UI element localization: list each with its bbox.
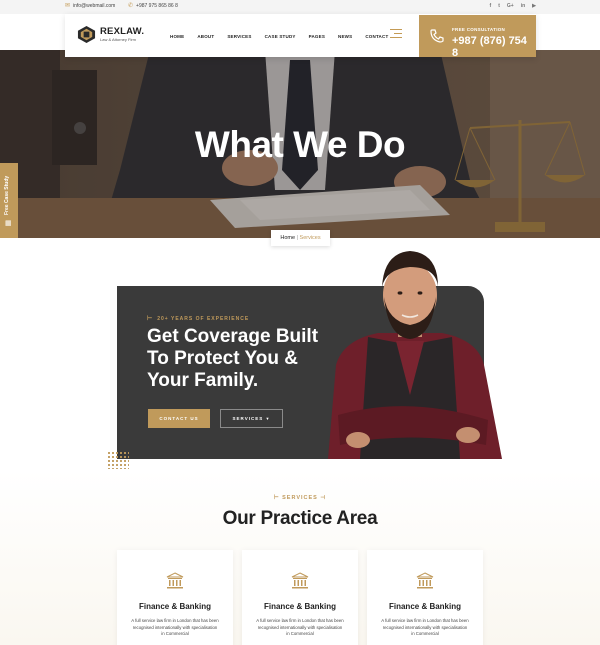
practice-card[interactable]: Finance & Banking A full service law fir… xyxy=(117,550,233,645)
email-link[interactable]: ✉ info@webmail.com xyxy=(65,3,115,9)
consultation-box[interactable]: FREE CONSULTATION +987 (876) 754 8 xyxy=(419,15,536,59)
card-description: A full service law firm in London that h… xyxy=(256,618,344,636)
services-button-label: SERVICES xyxy=(232,416,264,421)
card-title: Finance & Banking xyxy=(138,602,211,611)
practice-title: Our Practice Area xyxy=(222,508,378,529)
twitter-icon[interactable]: t xyxy=(498,3,500,9)
email-text: info@webmail.com xyxy=(73,3,116,9)
logo-name: REXLAW. xyxy=(100,26,145,37)
main-nav: HOME ABOUT SERVICES CASE STUDY PAGES NEW… xyxy=(170,34,388,39)
practice-subtitle-text: SERVICES xyxy=(282,495,318,501)
nav-contact[interactable]: CONTACT xyxy=(365,34,388,39)
nav-services[interactable]: SERVICES xyxy=(227,34,251,39)
breadcrumb-current: Services xyxy=(299,235,321,241)
logo-tagline: Law & Attorney Firm xyxy=(100,37,137,42)
social-links: f t G+ in ▶ xyxy=(490,3,536,9)
page: ✉ info@webmail.com ✆ +987 975 865 86 8 f… xyxy=(0,0,600,645)
practice-subtitle: ⊢ SERVICES ⊣ xyxy=(0,495,600,501)
phone-icon: ✆ xyxy=(128,3,134,9)
hero-banner: What We Do xyxy=(0,50,600,238)
consultation-phone: +987 (876) 754 8 xyxy=(452,35,527,59)
menu-icon[interactable] xyxy=(390,29,402,39)
practice-card[interactable]: Finance & Banking A full service law fir… xyxy=(242,550,358,645)
main-header: REXLAW. Law & Attorney Firm HOME ABOUT S… xyxy=(65,14,536,59)
consultation-label: FREE CONSULTATION xyxy=(452,27,506,32)
mail-icon: ✉ xyxy=(65,3,71,9)
nav-case-study[interactable]: CASE STUDY xyxy=(265,34,296,39)
youtube-icon[interactable]: ▶ xyxy=(532,3,536,9)
experience-tagline: ⊢ 20+ YEARS OF EXPERIENCE xyxy=(147,315,250,323)
logo[interactable]: REXLAW. Law & Attorney Firm xyxy=(77,25,144,44)
google-plus-icon[interactable]: G+ xyxy=(507,3,514,9)
nav-news[interactable]: NEWS xyxy=(338,34,352,39)
arrow-left-icon: ⊢ xyxy=(147,316,154,322)
phone-link[interactable]: ✆ +987 975 865 86 8 xyxy=(128,3,178,9)
side-tab-label: Free Case Study xyxy=(4,175,10,215)
grid-icon: ▦ xyxy=(5,220,12,227)
experience-text: 20+ YEARS OF EXPERIENCE xyxy=(157,315,250,322)
practice-area-section: ⊢ SERVICES ⊣ Our Practice Area Finance &… xyxy=(0,470,600,645)
services-dropdown-button[interactable]: SERVICES ▼ xyxy=(220,409,283,428)
phone-call-icon xyxy=(430,29,444,43)
phone-text: +987 975 865 86 8 xyxy=(136,3,178,9)
hero-title: What We Do xyxy=(194,124,406,165)
top-bar: ✉ info@webmail.com ✆ +987 975 865 86 8 f… xyxy=(0,0,600,14)
practice-card[interactable]: Finance & Banking A full service law fir… xyxy=(367,550,483,645)
card-title: Finance & Banking xyxy=(263,602,336,611)
breadcrumb-home[interactable]: Home xyxy=(280,235,295,241)
nav-about[interactable]: ABOUT xyxy=(197,34,214,39)
bank-icon xyxy=(291,572,309,589)
breadcrumb: Home | Services xyxy=(271,230,330,246)
nav-pages[interactable]: PAGES xyxy=(309,34,325,39)
contact-us-button[interactable]: CONTACT US xyxy=(148,409,210,428)
logo-icon xyxy=(77,25,96,44)
nav-home[interactable]: HOME xyxy=(170,34,184,39)
breadcrumb-separator: | xyxy=(296,235,298,241)
decorative-dot-grid xyxy=(107,451,129,469)
bank-icon xyxy=(416,572,434,589)
chevron-down-icon: ▼ xyxy=(265,416,271,421)
card-title: Finance & Banking xyxy=(388,602,461,611)
card-description: A full service law firm in London that h… xyxy=(131,618,219,636)
facebook-icon[interactable]: f xyxy=(490,3,492,9)
free-case-study-tab[interactable]: Free Case Study ▦ xyxy=(0,163,18,238)
arrow-left-icon: ⊢ xyxy=(273,495,283,501)
card-description: A full service law firm in London that h… xyxy=(381,618,469,636)
bank-icon xyxy=(166,572,184,589)
lawyer-portrait xyxy=(328,251,502,459)
arrow-right-icon: ⊣ xyxy=(320,495,327,501)
promo-heading: Get Coverage Built To Protect You & Your… xyxy=(147,326,319,391)
linkedin-icon[interactable]: in xyxy=(521,3,525,9)
